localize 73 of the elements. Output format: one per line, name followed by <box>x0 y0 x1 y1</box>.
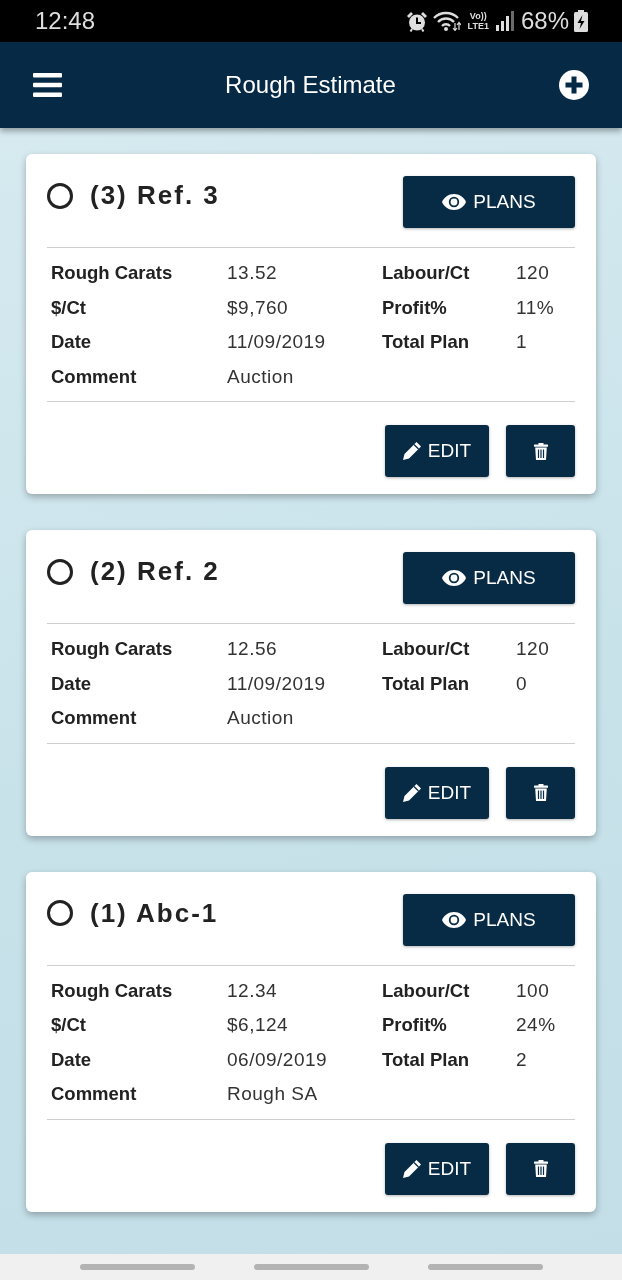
card-title: (1) Abc-1 <box>90 897 219 929</box>
pencil-icon <box>402 442 421 460</box>
field-label: Total Plan <box>382 1048 470 1071</box>
field-label: Total Plan <box>382 331 470 354</box>
field-label: Rough Carats <box>51 979 173 1002</box>
menu-icon[interactable] <box>33 73 62 97</box>
field-value: 11/09/2019 <box>227 331 326 354</box>
field-value: $9,760 <box>227 296 289 319</box>
field-value: 0 <box>516 672 528 695</box>
field-value: Auction <box>227 707 294 730</box>
delete-button[interactable] <box>506 425 575 477</box>
network-type-label: Vo)) <box>469 11 487 21</box>
plans-button[interactable]: PLANS <box>403 893 575 946</box>
trash-icon <box>533 784 548 801</box>
plans-button[interactable]: PLANS <box>403 552 575 604</box>
field-label: Total Plan <box>382 672 470 695</box>
field-label: Date <box>51 1048 92 1071</box>
card-title: (3) Ref. 3 <box>90 180 220 211</box>
plans-button[interactable]: PLANS <box>403 176 575 228</box>
field-value: $6,124 <box>227 1014 289 1037</box>
field-value: 11% <box>516 296 555 319</box>
status-time: 12:48 <box>35 7 96 35</box>
radio-button[interactable] <box>47 182 73 209</box>
trash-icon <box>533 1160 548 1177</box>
field-label: Comment <box>51 707 137 730</box>
delete-button[interactable] <box>506 1142 575 1195</box>
field-label: Rough Carats <box>51 638 173 661</box>
eye-icon <box>442 911 467 928</box>
alarm-clock-icon <box>405 10 428 32</box>
field-value: 100 <box>516 979 550 1002</box>
field-value: 120 <box>516 262 550 285</box>
field-value: 24% <box>516 1014 556 1037</box>
field-label: Labour/Ct <box>382 262 470 285</box>
field-label: Labour/Ct <box>382 638 470 661</box>
field-value: 06/09/2019 <box>227 1048 328 1071</box>
eye-icon <box>442 570 467 586</box>
eye-icon <box>442 194 467 210</box>
app-title: Rough Estimate <box>224 71 397 99</box>
field-label: Date <box>51 331 92 354</box>
edit-button[interactable]: EDIT <box>385 425 489 477</box>
field-label: Profit% <box>382 1014 447 1037</box>
field-label: Comment <box>51 365 137 388</box>
field-label: Comment <box>51 1083 137 1106</box>
add-icon[interactable] <box>559 70 589 100</box>
network-type-label: LTE1 <box>467 21 489 31</box>
field-label: Date <box>51 672 92 695</box>
pencil-icon <box>402 783 421 802</box>
radio-button[interactable] <box>47 900 73 926</box>
field-label: Rough Carats <box>51 262 173 285</box>
field-value: 12.56 <box>227 638 278 661</box>
field-label: Labour/Ct <box>382 979 470 1002</box>
field-value: 2 <box>516 1048 528 1071</box>
field-label: Profit% <box>382 296 447 319</box>
signal-icon <box>495 11 516 31</box>
trash-icon <box>533 442 548 460</box>
field-label: $/Ct <box>51 296 86 319</box>
field-value: 12.34 <box>227 979 278 1002</box>
delete-button[interactable] <box>506 766 575 819</box>
field-value: 11/09/2019 <box>227 672 326 695</box>
edit-button[interactable]: EDIT <box>385 766 489 819</box>
field-label: $/Ct <box>51 1014 86 1037</box>
field-value: 1 <box>516 331 528 354</box>
battery-charging-icon <box>574 10 588 32</box>
card-title: (2) Ref. 2 <box>90 556 220 587</box>
field-value: Auction <box>227 365 294 388</box>
pencil-icon <box>402 1159 421 1178</box>
field-value: 13.52 <box>227 262 278 285</box>
edit-button[interactable]: EDIT <box>385 1142 489 1195</box>
battery-percent: 68% <box>520 7 569 35</box>
wifi-icon <box>432 11 461 31</box>
field-value: Rough SA <box>227 1083 318 1106</box>
field-value: 120 <box>516 638 550 661</box>
radio-button[interactable] <box>47 558 73 585</box>
